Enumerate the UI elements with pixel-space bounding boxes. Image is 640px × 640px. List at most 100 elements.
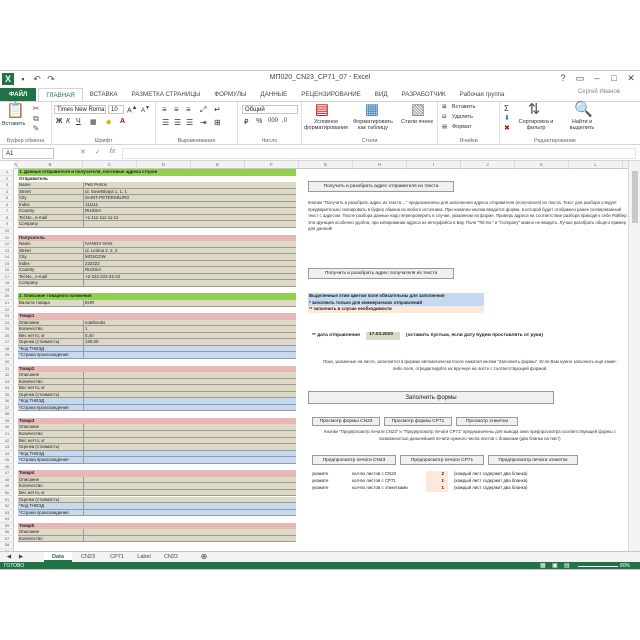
column-header[interactable]: D — [137, 161, 191, 169]
count-input[interactable]: 1 — [426, 485, 448, 492]
column-header[interactable]: K — [515, 161, 569, 169]
field-value[interactable] — [83, 424, 296, 431]
column-header[interactable]: J — [461, 161, 515, 169]
underline-icon[interactable]: Ч — [76, 118, 81, 125]
fx-icon[interactable]: fx — [110, 148, 115, 156]
column-header[interactable]: I — [407, 161, 461, 169]
cell-styles-button[interactable]: Стили ячеек — [400, 119, 434, 125]
worksheet-grid[interactable]: ABCDEFGHIJKLMNOPQ 1234567891011121314151… — [0, 161, 628, 551]
dispatch-date-input[interactable]: 17.03.2020 — [366, 332, 400, 340]
field-value[interactable] — [83, 391, 296, 399]
sheet-tab[interactable]: CN23 — [74, 552, 102, 562]
row-header[interactable]: 40 — [0, 424, 14, 431]
font-name-select[interactable]: Times New Roma — [54, 105, 106, 114]
autosum-icon[interactable]: Σ — [504, 104, 509, 113]
format-cells-button[interactable]: Формат — [452, 124, 472, 130]
field-label[interactable]: Оценка (стоимость) — [18, 391, 83, 399]
parse-recipient-button[interactable]: Получить и разобрать адрес получателя из… — [308, 268, 454, 279]
sort-filter-icon[interactable]: ⇅ — [526, 102, 542, 118]
find-select-button[interactable]: Найти и выделить — [562, 119, 602, 131]
field-label[interactable]: Количество — [18, 326, 83, 333]
preview-cp71-button[interactable]: Просмотр формы CP71 — [384, 417, 452, 426]
thousands-icon[interactable]: 000 — [268, 118, 278, 124]
name-box[interactable]: A1 — [2, 148, 54, 159]
scroll-thumb[interactable] — [632, 171, 638, 223]
ribbon-tab[interactable]: Рабочая группа — [453, 88, 512, 101]
maximize-icon[interactable]: □ — [607, 72, 621, 85]
field-value[interactable] — [83, 489, 296, 497]
ribbon-tab[interactable]: ФАЙЛ — [0, 88, 37, 101]
column-header[interactable]: C — [83, 161, 137, 169]
count-input[interactable]: 2 — [426, 471, 448, 478]
orientation-icon[interactable]: ⤢ — [200, 105, 206, 115]
delete-cells-button[interactable]: Удалить — [452, 114, 473, 120]
conditional-format-icon[interactable]: ▤ — [314, 102, 330, 118]
align-left-icon[interactable]: ☰ — [162, 118, 169, 127]
align-middle-icon[interactable]: ≡ — [174, 105, 179, 114]
help-icon[interactable]: ? — [556, 72, 570, 85]
insert-cells-button[interactable]: Вставить — [452, 104, 475, 110]
user-name[interactable]: Сергей Иванов — [578, 89, 620, 95]
field-label[interactable]: Количество — [18, 535, 83, 543]
row-header[interactable]: 30 — [0, 359, 14, 366]
row-header[interactable]: 50 — [0, 490, 14, 497]
row-header[interactable]: 45 — [0, 457, 14, 464]
parse-sender-button[interactable]: Получить и разобрать адрес отправителя и… — [308, 181, 454, 192]
fill-icon[interactable]: ⬇ — [504, 114, 510, 122]
print-cp71-button[interactable]: Предпросмотр печати CP71 — [400, 455, 484, 465]
vertical-scrollbar[interactable] — [628, 161, 640, 551]
field-value[interactable] — [83, 535, 296, 543]
delete-cells-icon[interactable]: ⊟ — [442, 114, 447, 120]
align-right-icon[interactable]: ☰ — [186, 118, 193, 127]
ribbon-tab[interactable]: ВИД — [368, 88, 395, 101]
ribbon-tab[interactable]: ФОРМУЛЫ — [207, 88, 253, 101]
preview-cn23-button[interactable]: Просмотр формы CN23 — [312, 417, 380, 426]
normal-view-icon[interactable]: ▦ — [540, 562, 546, 569]
preview-labels-button[interactable]: Просмотр этикетки — [456, 417, 518, 426]
column-header[interactable]: G — [299, 161, 353, 169]
paste-button[interactable]: Вставить — [2, 121, 25, 127]
ribbon-tab[interactable]: РЕЦЕНЗИРОВАНИЕ — [294, 88, 368, 101]
sheet-tab[interactable]: CN22 — [158, 552, 184, 562]
column-header[interactable]: E — [191, 161, 245, 169]
zoom-level[interactable]: 80% — [620, 562, 630, 569]
minimize-icon[interactable]: – — [590, 72, 604, 85]
ribbon-tab[interactable]: ВСТАВКА — [83, 88, 125, 101]
currency-icon[interactable]: ₽ — [244, 118, 248, 126]
field-label[interactable]: Описание — [18, 424, 83, 431]
row-header[interactable]: 35 — [0, 392, 14, 399]
field-label[interactable]: City — [18, 195, 83, 202]
enter-icon[interactable]: ✓ — [95, 148, 101, 156]
indent-icon[interactable]: ⇥ — [200, 118, 207, 127]
sheet-tab[interactable]: CP71 — [104, 552, 130, 562]
borders-icon[interactable]: ▦ — [90, 118, 97, 126]
percent-icon[interactable]: % — [256, 118, 262, 125]
empty-row[interactable] — [18, 227, 296, 235]
field-label[interactable]: Index — [18, 260, 83, 268]
empty-row[interactable] — [18, 358, 296, 366]
font-size-select[interactable]: 10 — [108, 105, 124, 114]
row-header[interactable]: 20 — [0, 293, 14, 300]
paste-icon[interactable]: 📋 — [6, 103, 25, 119]
fill-forms-button[interactable]: Заполнить формы — [308, 391, 554, 404]
close-icon[interactable]: ✕ — [624, 72, 638, 85]
ribbon-tab[interactable]: РАЗРАБОТЧИК — [395, 88, 453, 101]
ribbon-display-icon[interactable]: ▭ — [573, 72, 587, 85]
fill-color-icon[interactable]: ◆ — [106, 118, 111, 126]
count-input[interactable]: 1 — [426, 478, 448, 485]
row-header[interactable]: 25 — [0, 326, 14, 333]
bold-icon[interactable]: Ж — [56, 118, 62, 125]
align-center-icon[interactable]: ☰ — [174, 118, 181, 127]
next-sheet-icon[interactable]: ▶ — [16, 552, 26, 562]
page-break-icon[interactable]: ▤ — [564, 562, 570, 569]
column-header[interactable]: L — [569, 161, 623, 169]
ribbon-tab[interactable]: РАЗМЕТКА СТРАНИЦЫ — [125, 88, 208, 101]
find-select-icon[interactable]: 🔍 — [574, 102, 593, 118]
field-label[interactable]: Вес нетто, кг — [18, 489, 83, 497]
sheet-tab[interactable]: Label — [132, 552, 156, 562]
number-format-select[interactable]: Общий — [242, 105, 298, 114]
formula-input[interactable] — [122, 148, 636, 159]
format-painter-icon[interactable]: ✎ — [30, 123, 42, 135]
increase-font-icon[interactable]: A▲ — [127, 105, 137, 114]
italic-icon[interactable]: К — [66, 118, 70, 125]
